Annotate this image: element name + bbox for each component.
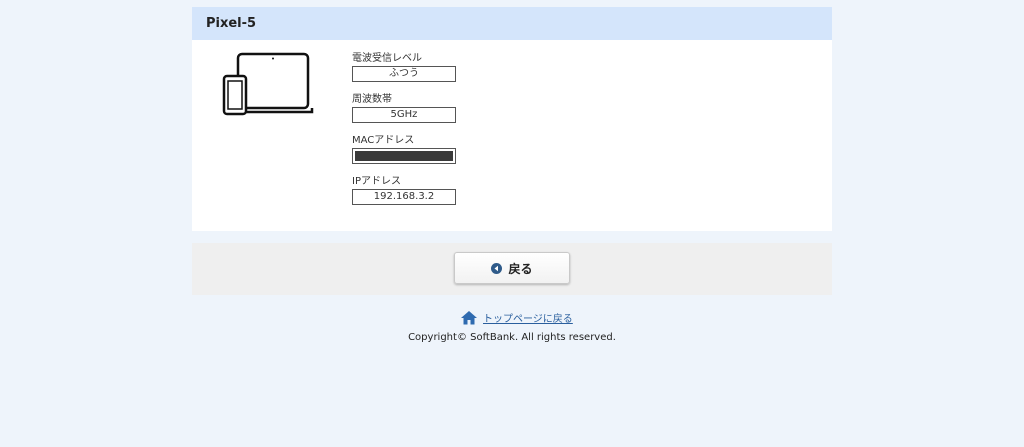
field-ip-address: IPアドレス 192.168.3.2 (352, 175, 456, 205)
copyright-text: Copyright© SoftBank. All rights reserved… (408, 332, 616, 343)
field-label: 電波受信レベル (352, 53, 422, 64)
device-fields: 電波受信レベル ふつう 周波数帯 5GHz MACアドレス IPアドレス 192… (352, 52, 456, 216)
field-label: MACアドレス (352, 135, 415, 146)
device-name-title: Pixel-5 (206, 16, 257, 31)
field-value: ふつう (352, 66, 456, 82)
back-arrow-icon (491, 262, 503, 274)
laptop-phone-icon (222, 52, 314, 116)
field-value-masked (352, 148, 456, 164)
redaction-mask (355, 151, 453, 161)
top-page-link-row: トップページに戻る (460, 310, 573, 325)
field-signal-level: 電波受信レベル ふつう (352, 52, 456, 82)
card-header: Pixel-5 (192, 7, 832, 40)
field-label: 周波数帯 (352, 94, 392, 105)
back-button[interactable]: 戻る (454, 252, 570, 284)
field-mac-address: MACアドレス (352, 134, 456, 164)
field-label: IPアドレス (352, 176, 401, 187)
field-frequency-band: 周波数帯 5GHz (352, 93, 456, 123)
back-button-label: 戻る (508, 261, 533, 276)
home-icon[interactable] (460, 310, 478, 325)
top-page-link[interactable]: トップページに戻る (483, 310, 573, 325)
action-bar: 戻る (192, 243, 832, 295)
card-body: 電波受信レベル ふつう 周波数帯 5GHz MACアドレス IPアドレス 192… (192, 40, 832, 231)
field-value: 192.168.3.2 (352, 189, 456, 205)
field-value: 5GHz (352, 107, 456, 123)
device-detail-card: Pixel-5 電波受信レベル ふつう 周波数帯 5GHz MACアドレス IP… (192, 7, 832, 231)
